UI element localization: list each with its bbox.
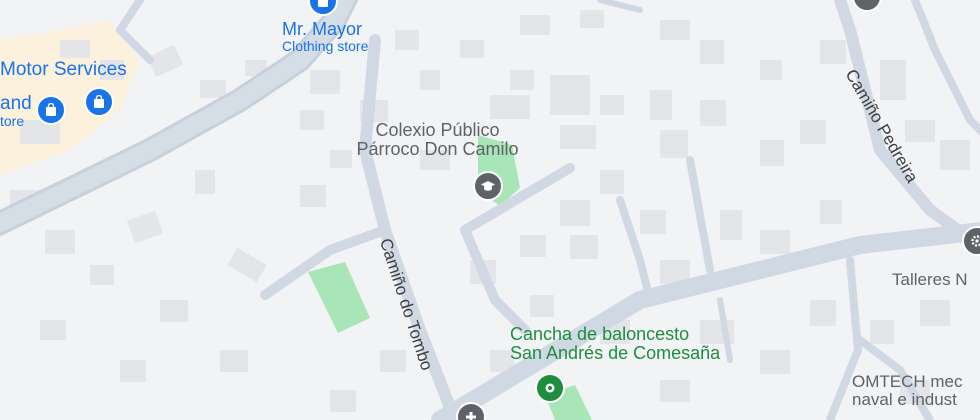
poi-label-partial-store[interactable]: and tore: [0, 94, 32, 129]
gear-icon: [971, 235, 980, 247]
poi-label-omtech[interactable]: OMTECH mec naval e indust: [852, 373, 963, 409]
map-base-layer: [0, 0, 980, 420]
basketball-pin-icon: [545, 383, 555, 393]
poi-name-line1: Colexio Público: [375, 120, 500, 140]
poi-label-talleres[interactable]: Talleres N: [892, 271, 968, 289]
shopping-pin-motor-services[interactable]: [84, 87, 114, 117]
poi-name-line1: Cancha de baloncesto: [510, 324, 690, 344]
poi-label-mr-mayor[interactable]: Mr. Mayor Clothing store: [282, 20, 368, 54]
shopping-bag-icon: [46, 103, 56, 116]
service-icon: [862, 0, 872, 2]
poi-name-line2: naval e indust: [852, 389, 957, 409]
school-pin-colexio[interactable]: [473, 171, 503, 201]
poi-category: tore: [0, 112, 25, 129]
school-icon: [481, 181, 495, 191]
poi-label-cancha[interactable]: Cancha de baloncesto San Andrés de Comes…: [510, 325, 720, 363]
sport-pin-cancha[interactable]: [535, 373, 565, 403]
shopping-pin-left[interactable]: [36, 95, 66, 125]
plus-icon: [466, 412, 476, 420]
poi-name: and: [0, 93, 32, 114]
shopping-bag-icon: [318, 0, 328, 7]
poi-label-motor-services[interactable]: Motor Services: [0, 60, 127, 80]
map-canvas[interactable]: Mr. Mayor Clothing store Motor Services …: [0, 0, 980, 420]
poi-name-line1: OMTECH mec: [852, 372, 963, 391]
poi-category: Clothing store: [282, 37, 369, 54]
park-field: [308, 262, 370, 333]
poi-label-colexio[interactable]: Colexio Público Párroco Don Camilo: [340, 121, 535, 159]
poi-name: Mr. Mayor: [282, 19, 363, 39]
shopping-bag-icon: [94, 95, 104, 108]
poi-name-line2: Párroco Don Camilo: [356, 138, 519, 159]
poi-name-line2: San Andrés de Comesaña: [510, 342, 721, 363]
